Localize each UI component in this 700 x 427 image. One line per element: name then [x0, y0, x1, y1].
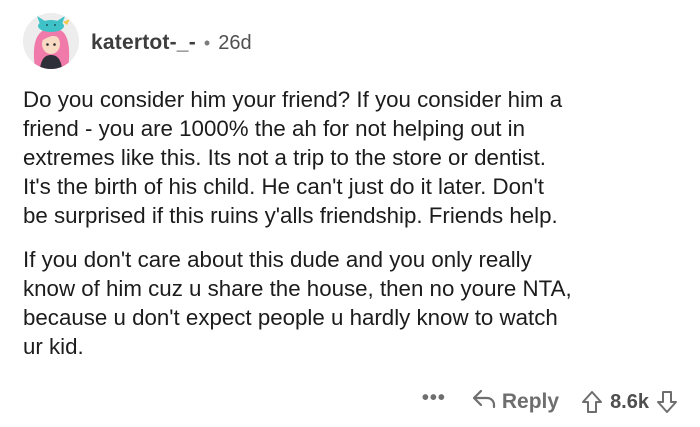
author-username[interactable]: katertot-_-: [91, 31, 196, 55]
downvote-arrow-icon[interactable]: [656, 390, 678, 414]
comment: katertot-_- • 26d Do you consider him yo…: [0, 0, 700, 427]
vote-controls: 8.6k: [581, 390, 678, 414]
comment-age: 26d: [218, 31, 252, 54]
comment-paragraph-1: Do you consider him your friend? If you …: [23, 87, 563, 228]
reply-button[interactable]: Reply: [472, 388, 559, 416]
reply-label: Reply: [501, 390, 560, 413]
vote-score: 8.6k: [610, 390, 649, 413]
comment-meta: katertot-_- • 26d: [91, 31, 252, 55]
upvote-arrow-icon[interactable]: [581, 390, 603, 414]
avatar[interactable]: [23, 13, 79, 69]
comment-actions: ••• Reply 8.6k: [422, 384, 678, 420]
more-options-button[interactable]: •••: [422, 387, 446, 410]
reply-arrow-icon: [472, 388, 496, 416]
comment-body: Do you consider him your friend? If you …: [23, 85, 683, 361]
meta-separator: •: [203, 32, 211, 53]
comment-header: katertot-_- • 26d: [23, 11, 252, 71]
comment-paragraph-2: If you don't care about this dude and yo…: [23, 247, 572, 359]
avatar-illustration: [23, 13, 79, 69]
